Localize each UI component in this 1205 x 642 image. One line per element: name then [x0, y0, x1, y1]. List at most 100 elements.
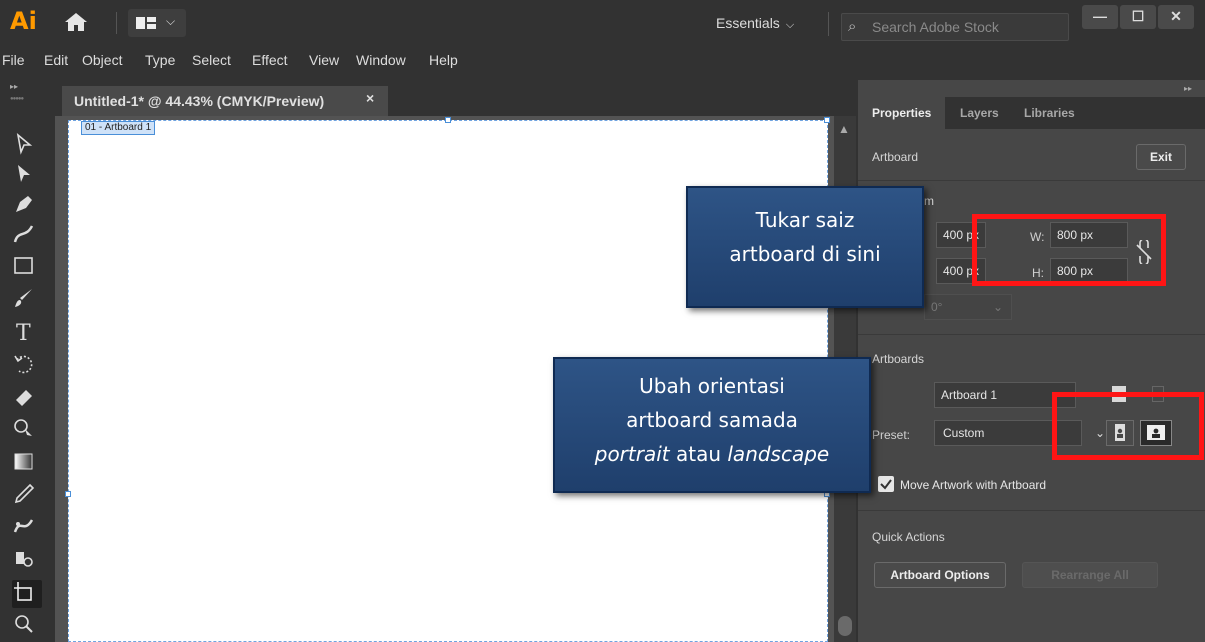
section-artboard-title: Artboard: [872, 150, 919, 164]
home-icon[interactable]: [64, 12, 88, 32]
layout-grid-icon: [136, 17, 156, 29]
gradient-icon: [14, 453, 33, 470]
artboard-handle-top[interactable]: [445, 117, 451, 123]
svg-text:T: T: [16, 321, 31, 344]
gradient-tool[interactable]: [12, 450, 42, 478]
arrange-documents-button[interactable]: ⌵: [128, 9, 186, 37]
eraser-icon: [16, 390, 32, 406]
artboards-section-title: Artboards: [872, 352, 925, 366]
menu-window[interactable]: Window: [356, 52, 406, 68]
symbol-sprayer-tool[interactable]: [12, 546, 42, 574]
callout-orientation-line2: artboard samada: [626, 408, 798, 432]
blend-icon: [13, 519, 34, 533]
chevron-down-icon: ⌵: [785, 19, 795, 31]
rectangle-tool[interactable]: [12, 254, 42, 282]
workspace-label: Essentials: [716, 15, 780, 31]
symbol-sprayer-icon: [16, 552, 33, 567]
workspace-switcher[interactable]: Essentials ⌵: [716, 15, 794, 32]
tab-properties[interactable]: Properties: [858, 97, 946, 129]
transform-title: m: [924, 194, 934, 208]
separator: [116, 12, 117, 34]
curvature-tool[interactable]: [12, 222, 42, 250]
direct-selection-icon: [18, 165, 30, 182]
atau-text: atau: [669, 442, 728, 466]
menu-view[interactable]: View: [309, 52, 339, 68]
zoom-icon: [15, 615, 33, 633]
artboard-options-button[interactable]: Artboard Options: [874, 562, 1006, 588]
rotate-tool[interactable]: [12, 352, 42, 380]
callout-size-line2: artboard di sini: [729, 242, 881, 266]
rearrange-all-button[interactable]: Rearrange All: [1022, 562, 1158, 588]
panel-grip[interactable]: ●●●●●: [10, 96, 24, 102]
selection-arrow-icon: [16, 132, 33, 155]
stock-search-input[interactable]: [872, 18, 1062, 36]
paintbrush-tool[interactable]: [12, 286, 42, 314]
type-tool[interactable]: T: [12, 320, 42, 348]
menu-select[interactable]: Select: [192, 52, 231, 68]
shape-builder-icon: [14, 419, 32, 436]
artboard-handle-left[interactable]: [65, 491, 71, 497]
scroll-thumb[interactable]: [838, 616, 852, 636]
pen-tool[interactable]: [12, 192, 42, 220]
maximize-button[interactable]: ☐: [1120, 5, 1156, 29]
panel-tabs: Properties Layers Libraries: [858, 97, 1205, 129]
chevron-down-icon: ⌵: [166, 14, 176, 28]
collapse-icon[interactable]: ▸▸: [1184, 84, 1192, 93]
paintbrush-icon: [15, 289, 32, 307]
highlight-size-box: [972, 214, 1166, 286]
eyedropper-tool[interactable]: [12, 482, 42, 510]
rotate-icon: [14, 355, 33, 374]
highlight-orientation-box: [1052, 392, 1204, 460]
move-artwork-checkbox[interactable]: [878, 476, 894, 492]
title-bar: Ai ⌵ Essentials ⌵ ⌕ — ☐ ✕: [0, 0, 1205, 48]
artboard-icon: [14, 582, 32, 601]
preset-label: Preset:: [872, 428, 911, 442]
shape-builder-tool[interactable]: [12, 416, 42, 444]
callout-size: Tukar saiz artboard di sini: [686, 186, 924, 308]
zoom-tool[interactable]: [12, 612, 42, 640]
portrait-text: portrait: [594, 442, 670, 466]
selection-tool[interactable]: [12, 132, 42, 160]
scroll-up-icon[interactable]: ▲: [838, 122, 850, 136]
properties-panel: ▸▸ Properties Layers Libraries Artboard …: [858, 80, 1205, 642]
move-artwork-label[interactable]: Move Artwork with Artboard: [900, 478, 1046, 492]
divider: [858, 180, 1205, 181]
direct-selection-tool[interactable]: [12, 162, 42, 190]
tools-panel: ▸▸ ●●●●● T: [0, 80, 55, 642]
rotate-field[interactable]: 0° ⌄: [924, 294, 1012, 320]
artboard-tool[interactable]: [12, 580, 42, 608]
rectangle-icon: [14, 257, 33, 274]
eyedropper-icon: [14, 483, 35, 504]
menu-effect[interactable]: Effect: [252, 52, 288, 68]
menu-edit[interactable]: Edit: [44, 52, 68, 68]
preset-value: Custom: [943, 426, 985, 440]
document-title: Untitled-1* @ 44.43% (CMYK/Preview): [74, 93, 325, 109]
callout-orientation-line1: Ubah orientasi: [639, 374, 785, 398]
artboard-handle-top-right[interactable]: [824, 117, 830, 123]
tab-libraries[interactable]: Libraries: [1010, 97, 1089, 129]
curvature-icon: [13, 225, 34, 243]
minimize-button[interactable]: —: [1082, 5, 1118, 29]
type-icon: T: [16, 321, 31, 346]
menu-type[interactable]: Type: [145, 52, 175, 68]
tab-layers[interactable]: Layers: [946, 97, 1013, 129]
menu-file[interactable]: File: [2, 52, 25, 68]
document-tab[interactable]: Untitled-1* @ 44.43% (CMYK/Preview) ×: [62, 86, 388, 116]
stock-search-box[interactable]: ⌕: [841, 13, 1069, 41]
close-document-icon[interactable]: ×: [366, 90, 374, 106]
quick-actions-title: Quick Actions: [872, 530, 945, 544]
artboard-label[interactable]: 01 - Artboard 1: [81, 121, 156, 135]
divider: [858, 334, 1205, 335]
divider: [858, 510, 1205, 511]
separator: [828, 12, 829, 36]
checkmark-icon: [880, 479, 892, 490]
exit-button[interactable]: Exit: [1136, 144, 1186, 170]
menu-help[interactable]: Help: [429, 52, 458, 68]
landscape-text: landscape: [727, 442, 830, 466]
close-window-button[interactable]: ✕: [1158, 5, 1194, 29]
collapse-icon[interactable]: ▸▸: [10, 82, 18, 91]
blend-tool[interactable]: [12, 514, 42, 542]
menu-object[interactable]: Object: [82, 52, 122, 68]
eraser-tool[interactable]: [12, 384, 42, 412]
search-icon: ⌕: [848, 18, 857, 35]
